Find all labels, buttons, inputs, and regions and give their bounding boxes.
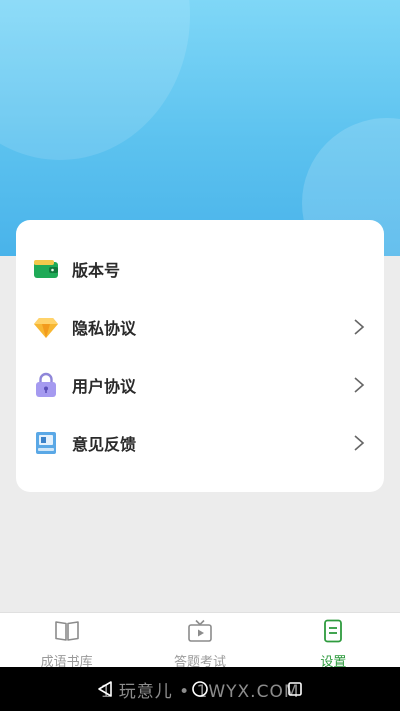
settings-item-label: 意见反馈 (72, 435, 137, 454)
tab-quiz-exam[interactable]: 答题考试 (133, 613, 266, 670)
notebook-icon (32, 429, 60, 457)
chevron-right-icon (352, 376, 366, 394)
decorative-circle (0, 0, 190, 160)
settings-item-feedback[interactable]: 意见反馈 (16, 414, 384, 472)
home-icon[interactable] (175, 674, 225, 704)
lock-icon (32, 371, 60, 399)
settings-item-label: 隐私协议 (72, 319, 137, 338)
settings-item-version[interactable]: 版本号 (16, 240, 384, 298)
document-icon (320, 619, 346, 648)
back-icon[interactable] (80, 674, 130, 704)
settings-item-privacy[interactable]: 隐私协议 (16, 298, 384, 356)
header-banner (0, 0, 400, 256)
settings-item-label: 版本号 (72, 261, 121, 280)
book-icon (54, 619, 80, 648)
system-navigation-bar (0, 667, 400, 711)
chevron-right-icon (352, 434, 366, 452)
bottom-tab-bar: 成语书库 答题考试 设置 (0, 612, 400, 670)
settings-item-user-agreement[interactable]: 用户协议 (16, 356, 384, 414)
settings-item-label: 用户协议 (72, 377, 137, 396)
tab-settings[interactable]: 设置 (267, 613, 400, 670)
recents-icon[interactable] (270, 674, 320, 704)
chevron-right-icon (352, 318, 366, 336)
tv-icon (187, 619, 213, 648)
tab-idiom-library[interactable]: 成语书库 (0, 613, 133, 670)
diamond-icon (32, 313, 60, 341)
wallet-icon (32, 255, 60, 283)
settings-card: 版本号 隐私协议 用户协议 意见反馈 (16, 220, 384, 492)
